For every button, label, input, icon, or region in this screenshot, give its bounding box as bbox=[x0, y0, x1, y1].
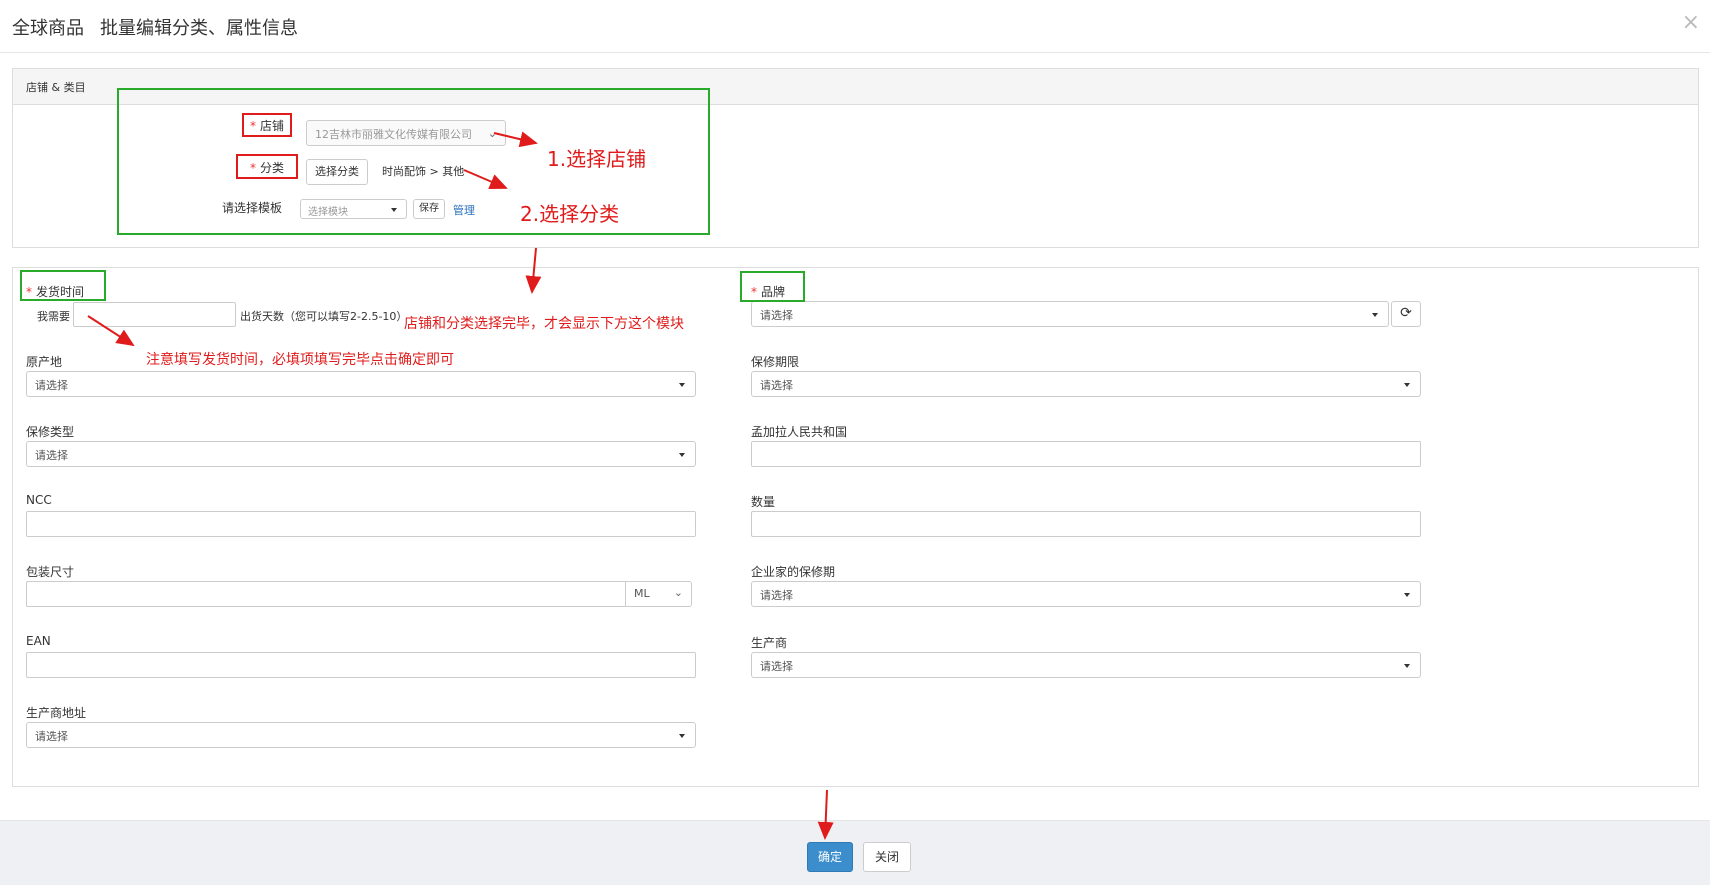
arrow-to-category bbox=[463, 169, 508, 190]
arrow-to-confirm bbox=[817, 789, 834, 840]
annotation-arrows bbox=[87, 131, 834, 840]
arrow-to-ship-time bbox=[87, 315, 135, 347]
arrow-to-module bbox=[525, 247, 542, 294]
arrow-to-store bbox=[493, 131, 538, 148]
